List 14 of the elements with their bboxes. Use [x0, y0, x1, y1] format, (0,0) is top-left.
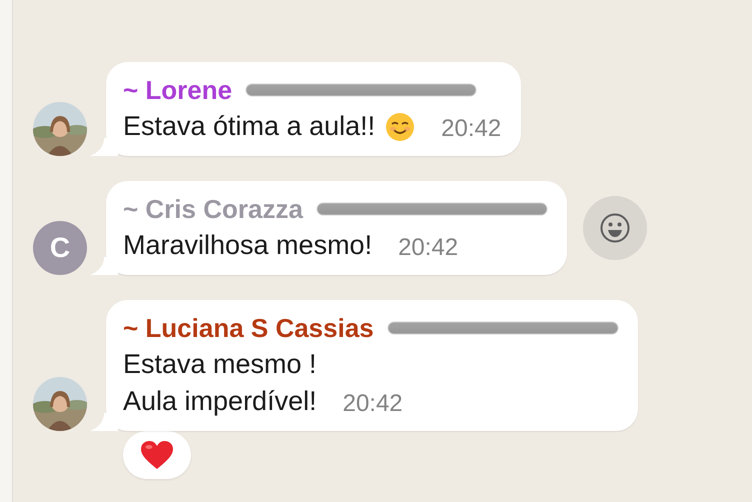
- message-time: 20:42: [342, 390, 403, 418]
- reaction-badge[interactable]: [123, 431, 191, 479]
- heart-icon: [140, 440, 174, 470]
- message-text: Estava ótima a aula!!: [123, 110, 376, 143]
- message-text: Aula imperdível!: [123, 385, 317, 418]
- message-time: 20:42: [398, 234, 458, 262]
- message-text: Maravilhosa mesmo!: [123, 229, 372, 262]
- avatar: C: [33, 221, 87, 275]
- smiley-icon: [598, 212, 631, 244]
- sender-name[interactable]: ~ Luciana S Cassias: [123, 312, 374, 344]
- message-time: 20:42: [441, 115, 502, 143]
- message-text: Estava mesmo !: [123, 348, 317, 381]
- sender-name[interactable]: ~ Lorene: [123, 74, 232, 106]
- sender-name[interactable]: ~ Cris Corazza: [123, 193, 303, 225]
